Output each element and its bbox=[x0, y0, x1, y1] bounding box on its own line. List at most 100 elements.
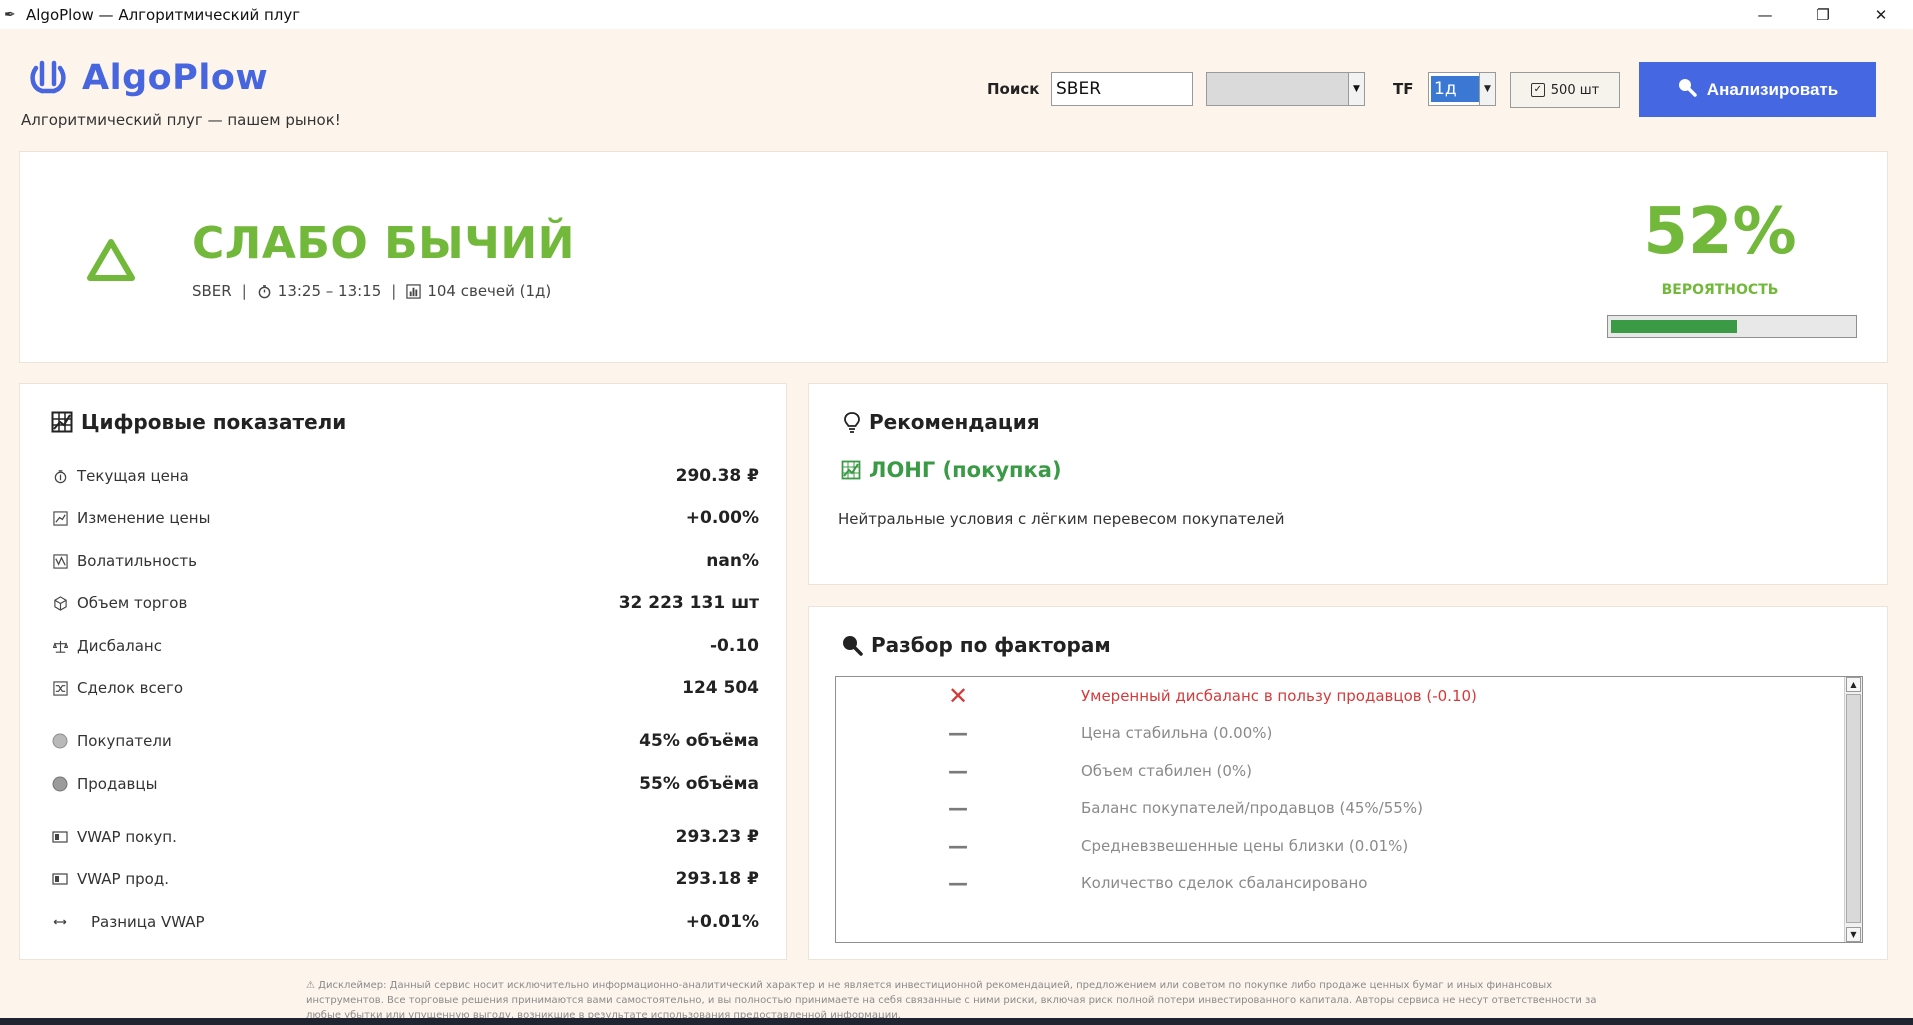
metric-label: VWAP покуп. bbox=[77, 828, 177, 846]
probability-progress-fill bbox=[1611, 320, 1737, 333]
cube-icon bbox=[51, 595, 69, 611]
metric-row-vwap-buy: VWAP покуп. 293.23 ₽ bbox=[51, 825, 759, 849]
feather-icon: ✒ bbox=[4, 6, 16, 23]
arrows-left-right-icon bbox=[51, 917, 69, 927]
factor-text: Объем стабилен (0%) bbox=[1081, 762, 1253, 780]
vwap-buy-icon bbox=[51, 830, 69, 844]
metrics-card: Цифровые показатели Текущая цена 290.38 … bbox=[19, 383, 787, 960]
candle-count-toggle[interactable]: ✓ 500 шт bbox=[1510, 72, 1620, 108]
factors-list[interactable]: ✕ Умеренный дисбаланс в пользу продавцов… bbox=[835, 676, 1863, 943]
metric-row-buyers: Покупатели 45% объёма bbox=[51, 729, 759, 753]
candle-count-label: 500 шт bbox=[1550, 82, 1600, 98]
chart-up-icon bbox=[841, 460, 861, 480]
probability-progress-bar bbox=[1607, 315, 1857, 338]
scroll-down-icon[interactable]: ▼ bbox=[1846, 927, 1861, 942]
metric-value: -0.10 bbox=[710, 636, 759, 656]
dash-icon: — bbox=[948, 759, 968, 783]
shuffle-icon bbox=[51, 680, 69, 696]
chart-change-icon bbox=[51, 510, 69, 526]
dash-icon: — bbox=[948, 834, 968, 858]
timeframe-select[interactable]: 1д ▼ bbox=[1428, 72, 1496, 106]
signal-time-range: 13:25 – 13:15 bbox=[277, 282, 382, 300]
scrollbar-thumb[interactable] bbox=[1846, 694, 1861, 923]
metric-label: VWAP прод. bbox=[77, 870, 169, 888]
metric-label: Продавцы bbox=[77, 775, 158, 793]
metric-value: 45% объёма bbox=[639, 731, 759, 751]
brand-logo: AlgoPlow bbox=[28, 58, 268, 98]
factor-row: — Средневзвешенные цены близки (0.01%) bbox=[836, 834, 1844, 858]
cross-icon: ✕ bbox=[947, 682, 969, 710]
metrics-title-label: Цифровые показатели bbox=[81, 410, 347, 434]
metrics-title: Цифровые показатели bbox=[51, 410, 346, 434]
signal-ticker: SBER bbox=[192, 282, 232, 300]
factor-text: Умеренный дисбаланс в пользу продавцов (… bbox=[1081, 687, 1477, 705]
probability-label: ВЕРОЯТНОСТЬ bbox=[1661, 282, 1779, 298]
chevron-down-icon[interactable]: ▼ bbox=[1348, 73, 1364, 105]
close-button[interactable]: ✕ bbox=[1852, 0, 1910, 29]
metric-value: 124 504 bbox=[682, 678, 759, 698]
analyze-button[interactable]: Анализировать bbox=[1639, 62, 1876, 117]
probability-value: 52% bbox=[1643, 195, 1797, 269]
window-titlebar: ✒ AlgoPlow — Алгоритмический плуг — ❐ ✕ bbox=[0, 0, 1913, 29]
search-label: Поиск bbox=[987, 80, 1040, 98]
metric-row-vwap-diff: Разница VWAP +0.01% bbox=[51, 910, 759, 934]
maximize-button[interactable]: ❐ bbox=[1794, 0, 1852, 29]
factor-row: — Цена стабильна (0.00%) bbox=[836, 721, 1844, 745]
separator: | bbox=[391, 282, 397, 300]
factors-card: Разбор по факторам ✕ Умеренный дисбаланс… bbox=[808, 606, 1888, 960]
factor-row: — Баланс покупателей/продавцов (45%/55%) bbox=[836, 796, 1844, 820]
magnifier-icon bbox=[1677, 77, 1697, 102]
volatility-icon bbox=[51, 553, 69, 569]
factors-scrollbar[interactable]: ▲ ▼ bbox=[1844, 677, 1862, 942]
metric-label: Объем торгов bbox=[77, 594, 188, 612]
metric-row-current-price: Текущая цена 290.38 ₽ bbox=[51, 464, 759, 488]
scroll-up-icon[interactable]: ▲ bbox=[1846, 677, 1861, 692]
factor-row: — Объем стабилен (0%) bbox=[836, 759, 1844, 783]
brand-name: AlgoPlow bbox=[82, 58, 269, 98]
metric-row-imbalance: Дисбаланс -0.10 bbox=[51, 634, 759, 658]
search-input[interactable] bbox=[1051, 72, 1193, 106]
timeframe-label: TF bbox=[1393, 80, 1414, 98]
metric-row-volatility: Волатильность nan% bbox=[51, 549, 759, 573]
recommendation-title-label: Рекомендация bbox=[869, 410, 1040, 434]
metric-value: 290.38 ₽ bbox=[675, 466, 759, 486]
triangle-up-icon bbox=[85, 237, 137, 287]
metric-value: 32 223 131 шт bbox=[618, 593, 759, 613]
brand-tagline: Алгоритмический плуг — пашем рынок! bbox=[21, 111, 341, 129]
instrument-combobox[interactable]: ▼ bbox=[1206, 72, 1365, 106]
metric-value: 293.18 ₽ bbox=[675, 869, 759, 889]
dash-icon: — bbox=[948, 721, 968, 745]
recommendation-card: Рекомендация ЛОНГ (покупка) Нейтральные … bbox=[808, 383, 1888, 585]
plow-logo-icon bbox=[28, 58, 68, 98]
metric-row-vwap-sell: VWAP прод. 293.18 ₽ bbox=[51, 867, 759, 891]
recommendation-description: Нейтральные условия с лёгким перевесом п… bbox=[838, 510, 1285, 528]
metric-row-trades: Сделок всего 124 504 bbox=[51, 676, 759, 700]
window-title: AlgoPlow — Алгоритмический плуг bbox=[26, 5, 301, 24]
metric-row-sellers: Продавцы 55% объёма bbox=[51, 772, 759, 796]
metric-row-volume: Объем торгов 32 223 131 шт bbox=[51, 591, 759, 615]
bar-chart-icon bbox=[406, 283, 422, 299]
vwap-sell-icon bbox=[51, 872, 69, 886]
factor-text: Средневзвешенные цены близки (0.01%) bbox=[1081, 837, 1409, 855]
metric-label: Сделок всего bbox=[77, 679, 184, 697]
signal-card: СЛАБО БЫЧИЙ SBER | 13:25 – 13:15 | 104 с… bbox=[19, 151, 1888, 363]
metric-label: Изменение цены bbox=[77, 509, 211, 527]
checkbox-checked-icon: ✓ bbox=[1530, 83, 1545, 97]
lightbulb-icon bbox=[843, 411, 861, 433]
signal-meta: SBER | 13:25 – 13:15 | 104 свечей (1д) bbox=[192, 282, 551, 300]
signal-title: СЛАБО БЫЧИЙ bbox=[192, 218, 575, 269]
minimize-button[interactable]: — bbox=[1736, 0, 1794, 29]
factor-text: Количество сделок сбалансировано bbox=[1081, 874, 1368, 892]
metric-value: +0.00% bbox=[685, 508, 759, 528]
metric-value: 293.23 ₽ bbox=[675, 827, 759, 847]
chevron-down-icon[interactable]: ▼ bbox=[1479, 73, 1495, 105]
separator: | bbox=[241, 282, 247, 300]
metric-value: 55% объёма bbox=[639, 774, 759, 794]
factors-title: Разбор по факторам bbox=[841, 633, 1111, 657]
grid-chart-icon bbox=[51, 411, 73, 433]
factor-text: Баланс покупателей/продавцов (45%/55%) bbox=[1081, 799, 1423, 817]
factor-text: Цена стабильна (0.00%) bbox=[1081, 724, 1273, 742]
metric-label: Разница VWAP bbox=[91, 913, 205, 931]
stopwatch-icon bbox=[257, 284, 272, 299]
timeframe-value: 1д bbox=[1431, 76, 1479, 102]
